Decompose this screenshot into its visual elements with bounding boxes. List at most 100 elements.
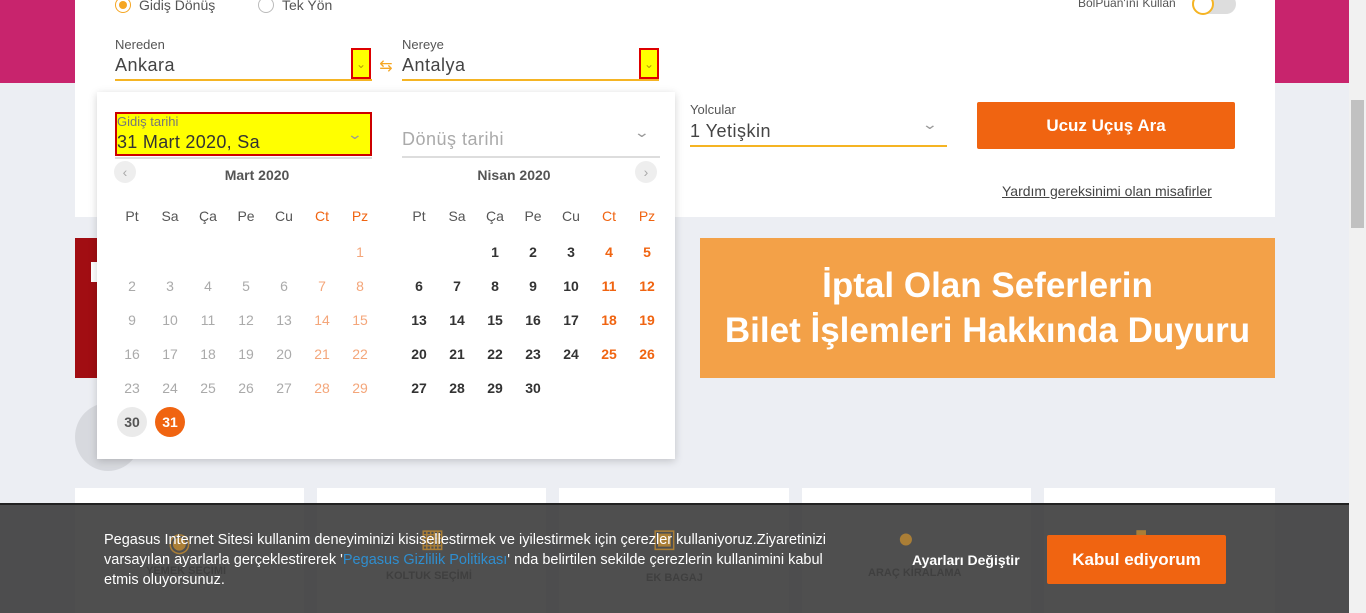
calendar-day[interactable]: 7 <box>442 271 472 301</box>
calendar-day[interactable]: 8 <box>345 271 375 301</box>
calendar-day[interactable]: 29 <box>345 373 375 403</box>
calendar-day[interactable]: 14 <box>442 305 472 335</box>
origin-label: Nereden <box>115 37 165 52</box>
search-flights-button[interactable]: Ucuz Uçuş Ara <box>977 102 1235 149</box>
departure-date-value: 31 Mart 2020, Sa <box>117 132 260 152</box>
destination-label: Nereye <box>402 37 444 52</box>
month-2-title: Nisan 2020 <box>477 167 551 183</box>
passengers-select[interactable]: 1 Yetişkin <box>690 121 771 142</box>
passengers-chevron-icon[interactable]: ⌄ <box>922 116 938 133</box>
calendar-day[interactable]: 21 <box>442 339 472 369</box>
calendar-day[interactable]: 13 <box>269 305 299 335</box>
return-date-input[interactable]: Dönüş tarihi <box>402 129 504 150</box>
round-trip-label: Gidiş Dönüş <box>139 0 216 13</box>
calendar-day[interactable]: 4 <box>594 237 624 267</box>
scrollbar-thumb[interactable] <box>1351 100 1364 228</box>
calendar-day[interactable]: 25 <box>594 339 624 369</box>
calendar-day[interactable]: 20 <box>269 339 299 369</box>
calendar-day[interactable]: 26 <box>231 373 261 403</box>
calendar-day[interactable]: 2 <box>117 271 147 301</box>
round-trip-radio[interactable]: Gidiş Dönüş <box>115 0 215 13</box>
calendar-day[interactable]: 1 <box>345 237 375 267</box>
calendar-day[interactable]: 5 <box>231 271 261 301</box>
calendar-day[interactable]: 14 <box>307 305 337 335</box>
one-way-radio[interactable]: Tek Yön <box>258 0 332 13</box>
calendar-day[interactable]: 12 <box>231 305 261 335</box>
calendar-day[interactable]: 18 <box>594 305 624 335</box>
weekday-header: Ça <box>486 208 504 224</box>
weekday-header: Ct <box>315 208 329 224</box>
calendar-day[interactable]: 15 <box>480 305 510 335</box>
calendar-day[interactable]: 20 <box>404 339 434 369</box>
calendar-day[interactable]: 19 <box>632 305 662 335</box>
calendar-day[interactable]: 4 <box>193 271 223 301</box>
calendar-day[interactable]: 28 <box>307 373 337 403</box>
calendar-day[interactable]: 31 <box>155 407 185 437</box>
calendar-day[interactable]: 27 <box>404 373 434 403</box>
weekday-header: Pt <box>125 208 139 224</box>
calendar-day[interactable]: 16 <box>117 339 147 369</box>
calendar-day[interactable]: 9 <box>117 305 147 335</box>
calendar-day[interactable]: 16 <box>518 305 548 335</box>
calendar-day[interactable]: 8 <box>480 271 510 301</box>
calendar-day[interactable]: 30 <box>518 373 548 403</box>
announcement-banner[interactable]: İptal Olan Seferlerin Bilet İşlemleri Ha… <box>700 238 1275 378</box>
departure-chevron-icon[interactable]: ⌄ <box>347 126 363 143</box>
origin-input[interactable]: Ankara <box>115 55 175 76</box>
calendar-day[interactable]: 3 <box>556 237 586 267</box>
return-chevron-icon[interactable]: ⌄ <box>634 124 650 141</box>
calendar-day[interactable]: 15 <box>345 305 375 335</box>
change-settings-link[interactable]: Ayarları Değiştir <box>912 552 1020 568</box>
weekday-header: Cu <box>562 208 580 224</box>
calendar-day[interactable]: 12 <box>632 271 662 301</box>
calendar-day[interactable]: 21 <box>307 339 337 369</box>
cookie-text: Pegasus Internet Sitesi kullanim deneyim… <box>104 530 844 590</box>
destination-underline <box>402 79 659 81</box>
accept-cookies-button[interactable]: Kabul ediyorum <box>1047 535 1226 584</box>
calendar-day[interactable]: 11 <box>193 305 223 335</box>
calendar-day[interactable]: 24 <box>155 373 185 403</box>
month-1-title: Mart 2020 <box>224 167 290 183</box>
calendar-day[interactable]: 30 <box>117 407 147 437</box>
return-underline <box>402 156 660 158</box>
weekday-header: Ça <box>199 208 217 224</box>
calendar-day[interactable]: 11 <box>594 271 624 301</box>
calendar-day[interactable]: 10 <box>556 271 586 301</box>
departure-date-field[interactable]: Gidiş tarihi 31 Mart 2020, Sa ⌄ <box>115 112 372 156</box>
calendar-day[interactable]: 23 <box>518 339 548 369</box>
calendar-day[interactable]: 17 <box>155 339 185 369</box>
calendar-day[interactable]: 1 <box>480 237 510 267</box>
bolpuan-toggle[interactable] <box>1192 0 1236 15</box>
departure-underline <box>115 157 372 159</box>
calendar-day[interactable]: 9 <box>518 271 548 301</box>
calendar-day[interactable]: 3 <box>155 271 185 301</box>
scrollbar[interactable] <box>1349 0 1366 613</box>
calendar-day[interactable]: 23 <box>117 373 147 403</box>
calendar-day[interactable]: 29 <box>480 373 510 403</box>
calendar-day[interactable]: 22 <box>480 339 510 369</box>
calendar-day[interactable]: 6 <box>269 271 299 301</box>
origin-dropdown-chevron-icon[interactable]: ⌄ <box>351 48 371 79</box>
destination-dropdown-chevron-icon[interactable]: ⌄ <box>639 48 659 79</box>
calendar-day[interactable]: 13 <box>404 305 434 335</box>
radio-selected-icon <box>115 0 131 13</box>
calendar-day[interactable]: 27 <box>269 373 299 403</box>
swap-icon[interactable]: ⇆ <box>372 52 400 80</box>
calendar-day[interactable]: 5 <box>632 237 662 267</box>
calendar-day[interactable]: 28 <box>442 373 472 403</box>
calendar-day[interactable]: 17 <box>556 305 586 335</box>
privacy-policy-link[interactable]: Pegasus Gizlilik Politikası <box>343 552 507 568</box>
weekday-header: Pe <box>237 208 255 224</box>
calendar-day[interactable]: 24 <box>556 339 586 369</box>
calendar-day[interactable]: 19 <box>231 339 261 369</box>
calendar-day[interactable]: 25 <box>193 373 223 403</box>
calendar-day[interactable]: 10 <box>155 305 185 335</box>
help-assistance-link[interactable]: Yardım gereksinimi olan misafirler <box>1002 183 1212 199</box>
calendar-day[interactable]: 2 <box>518 237 548 267</box>
calendar-day[interactable]: 26 <box>632 339 662 369</box>
calendar-day[interactable]: 7 <box>307 271 337 301</box>
destination-input[interactable]: Antalya <box>402 55 466 76</box>
calendar-day[interactable]: 6 <box>404 271 434 301</box>
calendar-day[interactable]: 18 <box>193 339 223 369</box>
calendar-day[interactable]: 22 <box>345 339 375 369</box>
